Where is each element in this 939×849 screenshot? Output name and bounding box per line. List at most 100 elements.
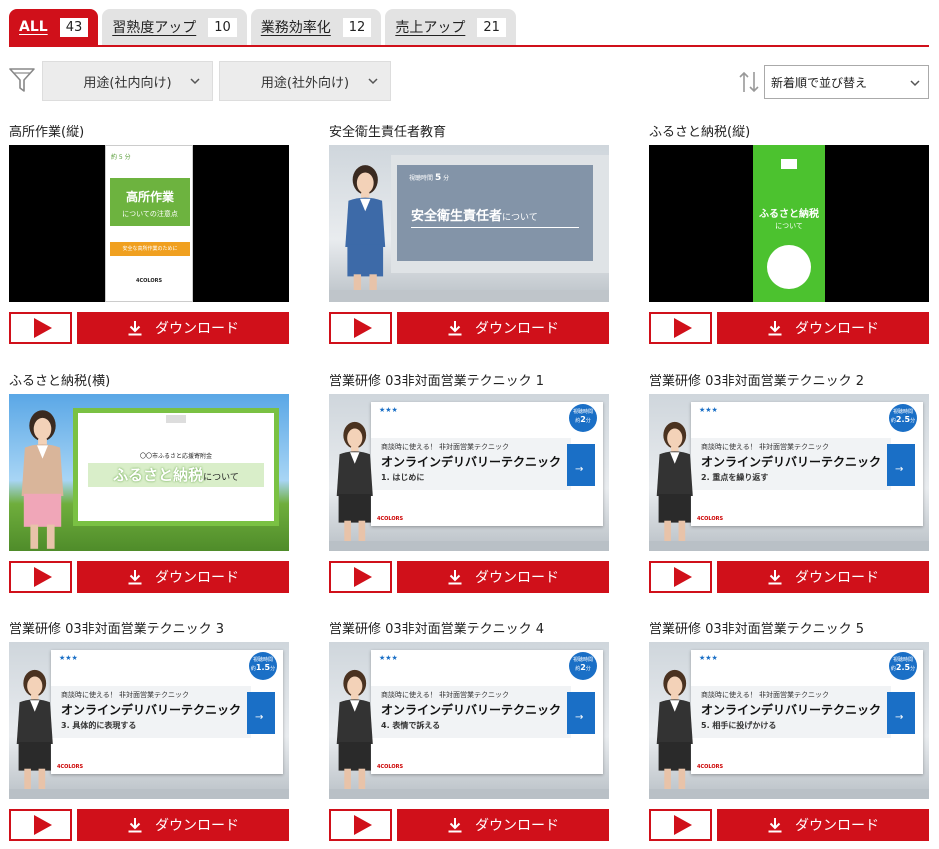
play-button[interactable] [9,809,72,841]
slide-heading: 安全衛生責任者について [411,209,538,224]
download-button[interactable]: ダウンロード [717,312,929,344]
duration-badge: 視聴時間 約2分 [569,652,597,680]
download-icon [128,818,142,833]
tab-label: 業務効率化 [260,20,331,36]
tab-efficiency[interactable]: 業務効率化 12 [250,9,382,45]
brand-logo: 4COLORS [136,278,163,284]
download-button[interactable]: ダウンロード [717,561,929,593]
slide-arrow-panel: → [887,692,915,734]
slide-chapter: 2. 重点を繰り返す [701,473,769,482]
tab-label: 売上アップ [395,20,466,36]
video-thumbnail[interactable]: 約 5 分 高所作業 についての注意点 安全な高所作業のために 4COLORS [9,145,289,302]
video-thumbnail[interactable]: ★★★ 視聴時間 約2分 商談時に使える！ 非対面営業テクニック オンラインデリ… [329,642,609,799]
category-tabs: ALL 43 習熟度アップ 10 業務効率化 12 売上アップ 21 [9,9,929,47]
video-card: 安全衛生責任者教育 視聴時間 5 分 安全衛生責任者について ダウンロード [329,125,609,345]
download-button[interactable]: ダウンロード [717,809,929,841]
tab-count-badge: 10 [208,17,237,37]
chevron-down-icon [368,78,378,85]
video-thumbnail[interactable]: ★★★ 視聴時間 約1.5分 商談時に使える！ 非対面営業テクニック オンライン… [9,642,289,799]
duration-badge: 視聴時間 約2分 [569,404,597,432]
video-thumbnail[interactable]: ★★★ 視聴時間 約2分 商談時に使える！ 非対面営業テクニック オンラインデリ… [329,394,609,551]
video-title: ふるさと納税(横) [9,374,111,389]
card-actions: ダウンロード [329,561,609,593]
select-label: 用途(社外向け) [260,75,350,91]
brand-logo: 4COLORS [377,764,404,770]
play-button[interactable] [9,561,72,593]
play-icon [353,815,372,835]
slide: ★★★ 視聴時間 約1.5分 商談時に使える！ 非対面営業テクニック オンライン… [51,650,283,774]
poster-title-block: 高所作業 についての注意点 [110,178,190,226]
tab-sales[interactable]: 売上アップ 21 [385,9,516,45]
sort-select[interactable]: 新着順で並び替え [764,65,929,99]
video-title: 営業研修 03非対面営業テクニック 3 [9,622,225,637]
play-icon [353,567,372,587]
chevron-down-icon [190,78,200,85]
download-icon [128,570,142,585]
tab-all[interactable]: ALL 43 [9,9,99,45]
chevron-down-icon [910,80,920,87]
play-button[interactable] [649,561,712,593]
download-label: ダウンロード [795,321,879,337]
play-button[interactable] [649,809,712,841]
card-actions: ダウンロード [329,312,609,344]
play-button[interactable] [9,312,72,344]
tab-count-badge: 21 [477,17,506,37]
presenter-figure [336,669,373,790]
video-thumbnail[interactable]: 〇〇市ふるさと応援寄附金 ふるさと納税について [9,394,289,551]
floor [329,290,609,302]
tab-label: ALL [19,19,48,35]
download-button[interactable]: ダウンロード [397,809,609,841]
video-title: 安全衛生責任者教育 [329,125,447,140]
filter-icon [9,68,35,92]
thumbnail-poster: ふるさと納税 について [753,145,825,302]
poster-subheading: についての注意点 [122,210,178,218]
download-button[interactable]: ダウンロード [77,561,289,593]
download-label: ダウンロード [795,818,879,834]
download-button[interactable]: ダウンロード [397,561,609,593]
presenter-figure [21,410,64,549]
floor [649,789,929,799]
slide-heading: オンラインデリバリーテクニック [701,703,882,717]
video-card: 営業研修 03非対面営業テクニック 3 ★★★ 視聴時間 約1.5分 商談時に使… [9,622,289,842]
download-label: ダウンロード [475,321,559,337]
slide: ★★★ 視聴時間 約2分 商談時に使える！ 非対面営業テクニック オンラインデリ… [371,402,603,526]
play-button[interactable] [329,809,392,841]
download-icon [448,818,462,833]
floor [329,789,609,799]
slide-kicker: 商談時に使える！ 非対面営業テクニック [701,691,830,699]
tab-proficiency[interactable]: 習熟度アップ 10 [102,9,247,45]
slide: ★★★ 視聴時間 約2.5分 商談時に使える！ 非対面営業テクニック オンライン… [691,650,923,774]
slide-kicker: 商談時に使える！ 非対面営業テクニック [381,691,510,699]
video-thumbnail[interactable]: ★★★ 視聴時間 約2.5分 商談時に使える！ 非対面営業テクニック オンライン… [649,394,929,551]
download-button[interactable]: ダウンロード [397,312,609,344]
slide: ★★★ 視聴時間 約2分 商談時に使える！ 非対面営業テクニック オンラインデリ… [371,650,603,774]
video-card: 営業研修 03非対面営業テクニック 5 ★★★ 視聴時間 約2.5分 商談時に使… [649,622,929,842]
slide-arrow-panel: → [887,444,915,486]
download-button[interactable]: ダウンロード [77,809,289,841]
slide-body: 商談時に使える！ 非対面営業テクニック オンラインデリバリーテクニック 3. 具… [51,686,251,738]
play-button[interactable] [329,561,392,593]
video-thumbnail[interactable]: 視聴時間 5 分 安全衛生責任者について [329,145,609,302]
internal-use-select[interactable]: 用途(社内向け) [42,61,213,101]
download-icon [128,321,142,336]
slide-body: 商談時に使える！ 非対面営業テクニック オンラインデリバリーテクニック 5. 相… [691,686,891,738]
play-button[interactable] [329,312,392,344]
slide-kicker: 商談時に使える！ 非対面営業テクニック [381,443,510,451]
slide-chapter: 4. 表情で訴える [381,721,441,730]
slide-chapter: 1. はじめに [381,473,425,482]
card-actions: ダウンロード [649,561,929,593]
video-card: 営業研修 03非対面営業テクニック 4 ★★★ 視聴時間 約2分 商談時に使える… [329,622,609,842]
duration-badge: 視聴時間 約2.5分 [889,652,917,680]
video-thumbnail[interactable]: ★★★ 視聴時間 約2.5分 商談時に使える！ 非対面営業テクニック オンライン… [649,642,929,799]
external-use-select[interactable]: 用途(社外向け) [219,61,391,101]
illustration [767,245,811,289]
play-button[interactable] [649,312,712,344]
card-actions: ダウンロード [9,312,289,344]
brand-logo: 4COLORS [697,516,724,522]
video-card: 営業研修 03非対面営業テクニック 1 ★★★ 視聴時間 約2分 商談時に使える… [329,374,609,594]
duration-badge: 視聴時間 約2.5分 [889,404,917,432]
slide-arrow-panel: → [247,692,275,734]
download-button[interactable]: ダウンロード [77,312,289,344]
download-label: ダウンロード [475,818,559,834]
video-thumbnail[interactable]: ふるさと納税 について [649,145,929,302]
